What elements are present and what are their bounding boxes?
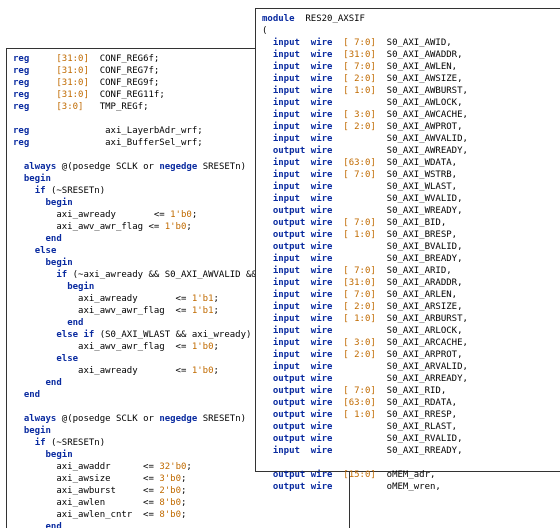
port-list-2: output wire [15:0] oMEM_adr, output wire… xyxy=(262,469,558,493)
keyword-module: module xyxy=(262,14,295,24)
paren-open: ( xyxy=(262,25,558,37)
port-list: input wire [ 7:0] S0_AXI_AWID, input wir… xyxy=(262,37,558,457)
code-panel-right: module RES20_AXSIF ( input wire [ 7:0] S… xyxy=(255,8,560,472)
module-name: RES20_AXSIF xyxy=(295,14,365,24)
